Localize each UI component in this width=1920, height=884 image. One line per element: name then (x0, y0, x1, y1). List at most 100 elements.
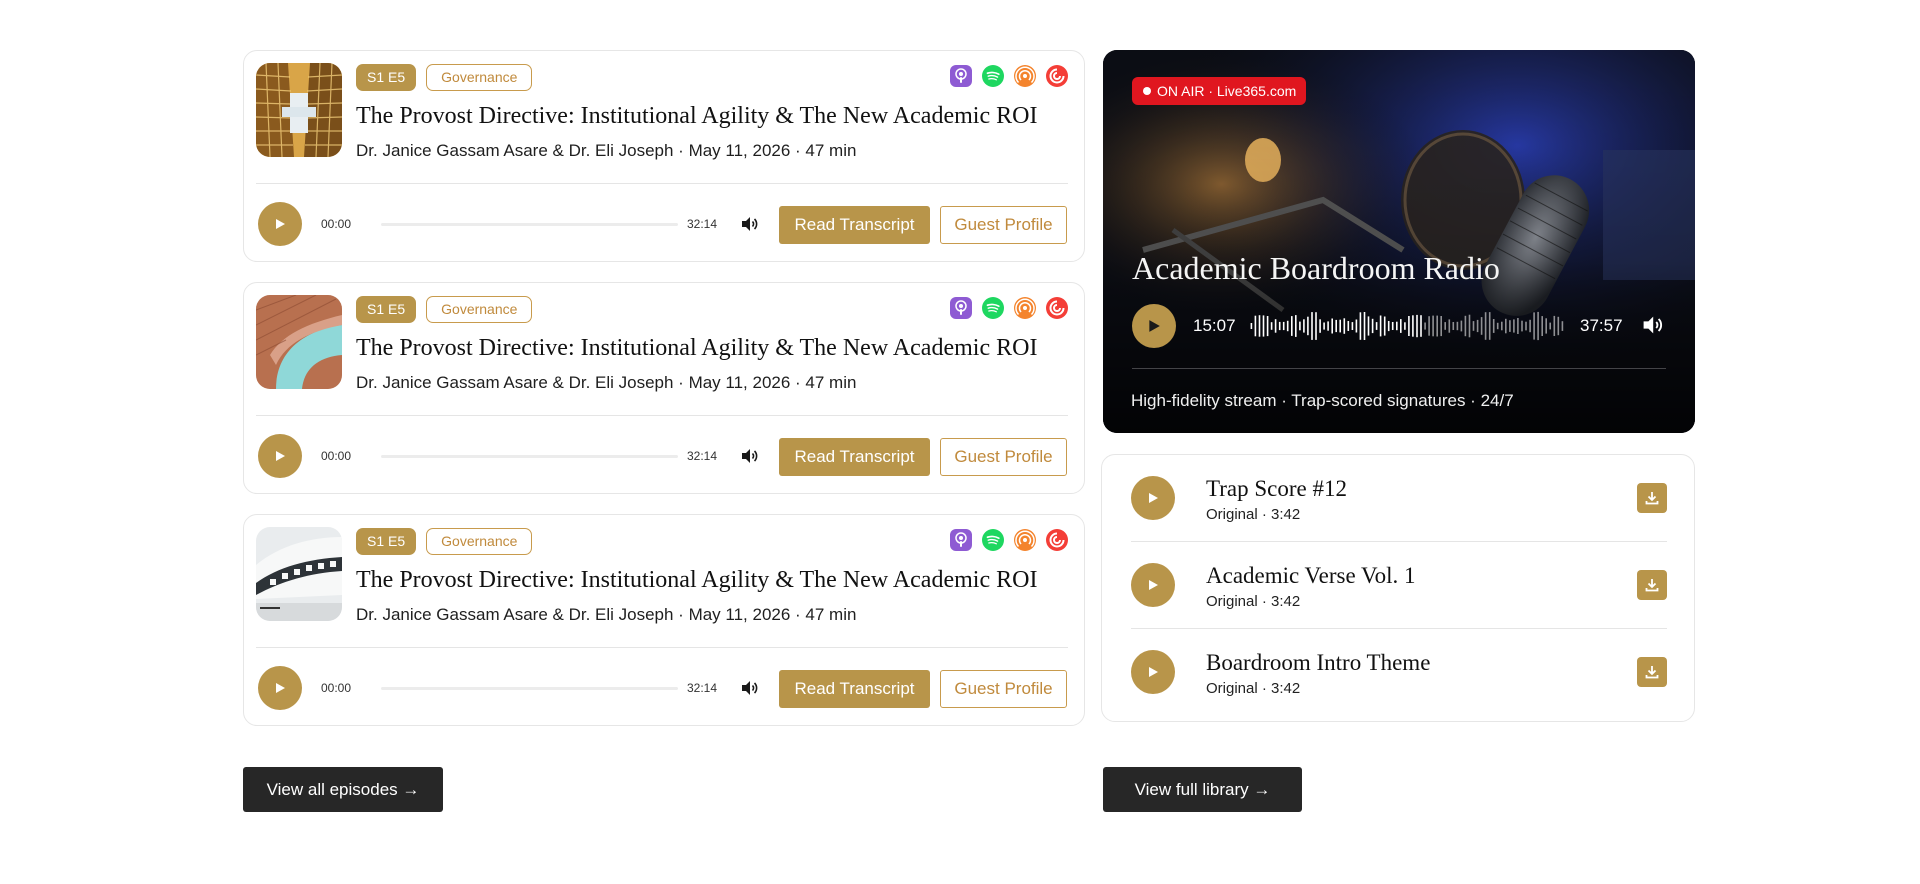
waveform-bar (1456, 321, 1459, 331)
waveform-bar (1367, 316, 1370, 336)
progress-track[interactable] (381, 455, 678, 458)
volume-icon[interactable] (1640, 313, 1664, 337)
apple-podcasts-icon[interactable] (950, 529, 972, 551)
episode-title[interactable]: The Provost Directive: Institutional Agi… (356, 567, 1037, 594)
waveform-bar (1428, 316, 1430, 336)
view-full-library-button[interactable]: View full library → (1103, 767, 1302, 812)
track-title: Boardroom Intro Theme (1206, 650, 1431, 675)
waveform-bar (1464, 315, 1467, 337)
read-transcript-button[interactable]: Read Transcript (779, 670, 930, 708)
pocket-casts-icon[interactable] (1046, 65, 1068, 87)
list-item: Academic Verse Vol. 1 Original · 3:42 (1131, 542, 1667, 629)
spotify-icon[interactable] (982, 297, 1004, 319)
podcast-addict-icon[interactable] (1014, 529, 1036, 551)
download-button[interactable] (1637, 483, 1667, 513)
pocket-casts-icon[interactable] (1046, 529, 1068, 551)
waveform-bar (1484, 312, 1487, 340)
episode-number-badge: S1 E5 (356, 528, 417, 555)
waveform-bar (1359, 312, 1362, 340)
waveform-bar (1295, 315, 1297, 337)
waveform-bar (1517, 318, 1519, 334)
read-transcript-button[interactable]: Read Transcript (779, 438, 930, 476)
pocket-casts-icon[interactable] (1046, 297, 1068, 319)
episode-meta: Dr. Janice Gassam Asare & Dr. Eli Joseph… (356, 605, 857, 624)
on-air-label: ON AIR · Live365.com (1157, 83, 1297, 99)
podcast-addict-icon[interactable] (1014, 297, 1036, 319)
progress-track[interactable] (381, 687, 678, 690)
list-item: Trap Score #12 Original · 3:42 (1131, 455, 1667, 542)
play-button[interactable] (258, 202, 302, 246)
waveform-bar (1319, 319, 1321, 333)
waveform[interactable] (1250, 308, 1565, 344)
play-button[interactable] (258, 434, 302, 478)
play-button[interactable] (1131, 563, 1175, 607)
episode-title[interactable]: The Provost Directive: Institutional Agi… (356, 335, 1037, 362)
platform-links (950, 297, 1068, 319)
apple-podcasts-icon[interactable] (950, 65, 972, 87)
episode-title[interactable]: The Provost Directive: Institutional Agi… (356, 103, 1037, 130)
page: S1 E5 Governance The Provost Directive: … (0, 0, 1920, 884)
waveform-bar (1254, 315, 1257, 337)
spotify-icon[interactable] (982, 529, 1004, 551)
progress-track[interactable] (381, 223, 678, 226)
waveform-bar (1355, 319, 1358, 333)
platform-links (950, 65, 1068, 87)
waveform-bar (1420, 315, 1422, 337)
episode-number-badge: S1 E5 (356, 64, 417, 91)
episode-meta: Dr. Janice Gassam Asare & Dr. Eli Joseph… (356, 373, 857, 392)
download-button[interactable] (1637, 570, 1667, 600)
play-icon (276, 683, 285, 693)
volume-icon[interactable] (739, 446, 759, 466)
view-all-episodes-button[interactable]: View all episodes → (243, 767, 443, 812)
track-title: Academic Verse Vol. 1 (1206, 563, 1416, 588)
waveform-bar (1387, 321, 1390, 332)
waveform-bar (1537, 311, 1539, 341)
divider (256, 647, 1068, 648)
episode-list: S1 E5 Governance The Provost Directive: … (243, 50, 1085, 746)
waveform-bar (1278, 321, 1281, 331)
play-button[interactable] (258, 666, 302, 710)
waveform-bar (1250, 323, 1253, 329)
play-icon (1149, 580, 1158, 590)
waveform-bar (1335, 319, 1337, 333)
waveform-bar (1444, 322, 1446, 330)
read-transcript-button[interactable]: Read Transcript (779, 206, 930, 244)
waveform-bar (1408, 316, 1410, 336)
waveform-bar (1448, 319, 1451, 333)
download-icon (1645, 492, 1659, 505)
waveform-bar (1307, 316, 1309, 336)
episode-thumbnail (256, 527, 342, 621)
waveform-bar (1331, 318, 1333, 334)
radio-play-button[interactable] (1132, 304, 1176, 348)
volume-icon[interactable] (739, 214, 759, 234)
podcast-addict-icon[interactable] (1014, 65, 1036, 87)
download-button[interactable] (1637, 657, 1667, 687)
current-time: 00:00 (321, 217, 352, 231)
play-button[interactable] (1131, 650, 1175, 694)
waveform-bar (1492, 319, 1495, 333)
waveform-bar (1400, 319, 1402, 333)
studio-microphone-image (1103, 50, 1695, 433)
radio-player: ON AIR · Live365.com Academic Boardroom … (1103, 50, 1695, 433)
volume-icon[interactable] (739, 678, 759, 698)
guest-profile-button[interactable]: Guest Profile (940, 438, 1067, 476)
guest-profile-button[interactable]: Guest Profile (940, 206, 1067, 244)
waveform-bar (1282, 321, 1285, 331)
spotify-icon[interactable] (982, 65, 1004, 87)
category-badge[interactable]: Governance (426, 296, 533, 323)
play-icon (276, 451, 285, 461)
waveform-bar (1424, 322, 1426, 330)
waveform-bar (1529, 319, 1531, 333)
category-badge[interactable]: Governance (426, 528, 533, 555)
divider (256, 415, 1068, 416)
waveform-bar (1347, 321, 1350, 331)
track-title: Trap Score #12 (1206, 476, 1347, 501)
play-button[interactable] (1131, 476, 1175, 520)
guest-profile-button[interactable]: Guest Profile (940, 670, 1067, 708)
waveform-bar (1496, 322, 1499, 330)
waveform-bar (1513, 319, 1515, 333)
category-badge[interactable]: Governance (426, 64, 533, 91)
waveform-bar (1549, 322, 1551, 330)
waveform-bar (1476, 319, 1479, 333)
apple-podcasts-icon[interactable] (950, 297, 972, 319)
